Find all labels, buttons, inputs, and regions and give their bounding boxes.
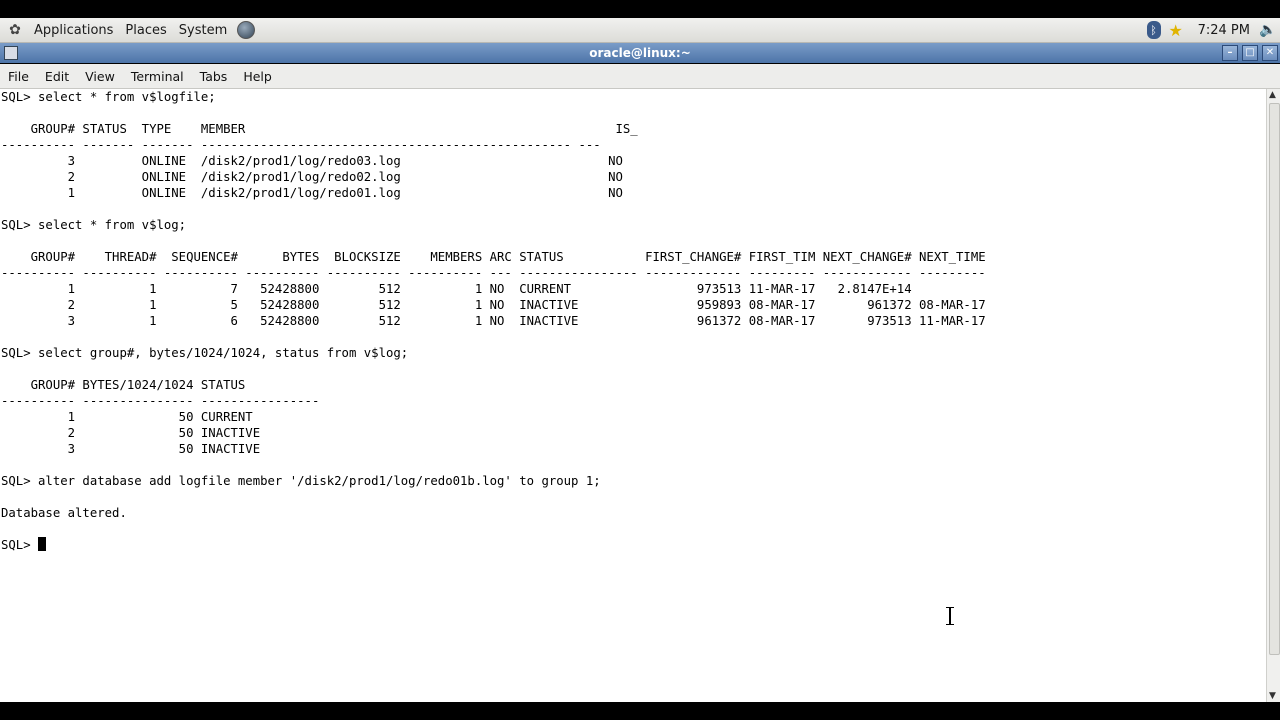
gnome-foot-icon[interactable]: ✿: [6, 21, 24, 39]
panel-menus: ✿ Applications Places System: [0, 18, 256, 42]
terminal-menubar: File Edit View Terminal Tabs Help: [0, 64, 1280, 89]
prompt-line[interactable]: SQL>: [1, 537, 1266, 553]
terminal-line: GROUP# BYTES/1024/1024 STATUS: [1, 378, 246, 392]
gnome-top-panel: ✿ Applications Places System ᛒ ★ 7:24 PM…: [0, 18, 1280, 43]
close-icon[interactable]: ✕: [1262, 45, 1278, 61]
menu-terminal[interactable]: Terminal: [123, 69, 192, 84]
applications-menu[interactable]: Applications: [28, 18, 119, 42]
sql-prompt: SQL>: [1, 538, 39, 552]
bluetooth-icon[interactable]: ᛒ: [1146, 21, 1161, 39]
terminal-line: 1 50 CURRENT: [1, 410, 253, 424]
terminal-line: 1 1 7 52428800 512 1 NO CURRENT 973513 1…: [1, 282, 912, 296]
text-cursor-icon: [944, 606, 956, 626]
terminal-line: SQL> select * from v$logfile;: [1, 90, 216, 104]
system-menu[interactable]: System: [173, 18, 233, 42]
terminal-line: 2 ONLINE /disk2/prod1/log/redo02.log NO: [1, 170, 623, 184]
terminal-line: ---------- --------------- -------------…: [1, 394, 320, 408]
bottom-bar: [0, 702, 1280, 720]
menu-edit[interactable]: Edit: [37, 69, 77, 84]
volume-icon[interactable]: 🔈: [1259, 21, 1277, 39]
terminal-line: 2 1 5 52428800 512 1 NO INACTIVE 959893 …: [1, 298, 986, 312]
window-controls: – □ ✕: [1218, 45, 1278, 61]
menu-tabs[interactable]: Tabs: [192, 69, 236, 84]
terminal-line: Database altered.: [1, 506, 127, 520]
terminal-output: SQL> select * from v$logfile; GROUP# STA…: [0, 89, 1266, 553]
menu-help[interactable]: Help: [235, 69, 280, 84]
terminal-line: GROUP# STATUS TYPE MEMBER IS_: [1, 122, 638, 136]
terminal-line: 3 50 INACTIVE: [1, 442, 261, 456]
terminal-line: ---------- ------- ------- -------------…: [1, 138, 601, 152]
scroll-down-icon[interactable]: ▼: [1269, 691, 1276, 701]
system-tray: ᛒ ★ 7:24 PM 🔈: [1144, 18, 1280, 42]
window-menu-icon[interactable]: [4, 46, 18, 60]
web-browser-icon[interactable]: [237, 21, 256, 39]
terminal-line: GROUP# THREAD# SEQUENCE# BYTES BLOCKSIZE…: [1, 250, 986, 264]
maximize-icon[interactable]: □: [1242, 45, 1258, 61]
terminal-line: 1 ONLINE /disk2/prod1/log/redo01.log NO: [1, 186, 623, 200]
terminal-line: 3 ONLINE /disk2/prod1/log/redo03.log NO: [1, 154, 623, 168]
star-icon[interactable]: ★: [1167, 21, 1185, 40]
window-title: oracle@linux:~: [589, 46, 691, 60]
terminal-line: 3 1 6 52428800 512 1 NO INACTIVE 961372 …: [1, 314, 986, 328]
minimize-icon[interactable]: –: [1222, 45, 1238, 61]
terminal-line: 2 50 INACTIVE: [1, 426, 261, 440]
terminal-line: SQL> alter database add logfile member '…: [1, 474, 601, 488]
menu-file[interactable]: File: [0, 69, 37, 84]
places-menu[interactable]: Places: [119, 18, 172, 42]
scroll-thumb[interactable]: [1269, 103, 1280, 655]
window-titlebar[interactable]: oracle@linux:~ – □ ✕: [0, 43, 1280, 63]
terminal-line: SQL> select group#, bytes/1024/1024, sta…: [1, 346, 409, 360]
menu-view[interactable]: View: [77, 69, 123, 84]
clock[interactable]: 7:24 PM: [1198, 23, 1250, 38]
terminal-line: ---------- ---------- ---------- -------…: [1, 266, 986, 280]
terminal-line: SQL> select * from v$log;: [1, 218, 187, 232]
block-cursor: [38, 537, 47, 551]
terminal-area[interactable]: SQL> select * from v$logfile; GROUP# STA…: [0, 89, 1266, 702]
vertical-scrollbar[interactable]: ▲ ▼: [1266, 89, 1280, 702]
scroll-up-icon[interactable]: ▲: [1269, 90, 1276, 100]
